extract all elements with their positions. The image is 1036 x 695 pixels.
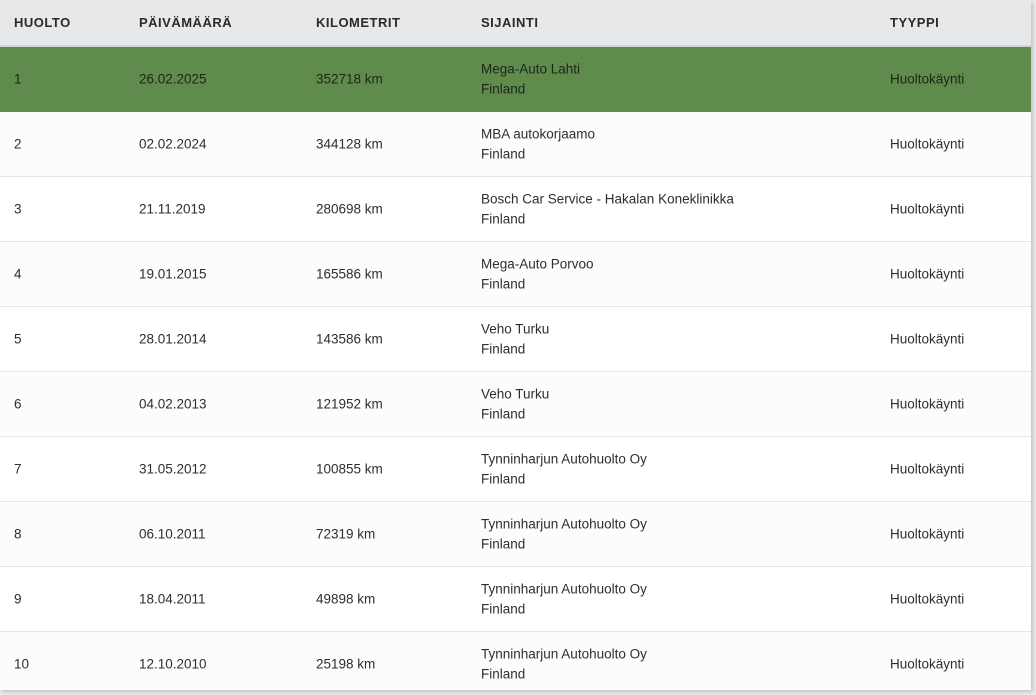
location-name: Bosch Car Service - Hakalan Koneklinikka <box>481 191 734 207</box>
header-location[interactable]: SIJAINTI <box>481 15 538 30</box>
table-row[interactable]: 2 02.02.2024 344128 km MBA autokorjaamo Finl… <box>0 112 1031 177</box>
service-date: 06.10.2011 <box>139 526 206 542</box>
service-number: 1 <box>14 71 22 87</box>
service-location: Mega-Auto Porvoo Finland <box>481 255 594 294</box>
location-country: Finland <box>481 536 526 551</box>
location-country: Finland <box>481 81 526 96</box>
location-name: MBA autokorjaamo <box>481 126 596 142</box>
location-country: Finland <box>481 406 526 421</box>
service-number: 4 <box>14 266 22 282</box>
service-kilometers: 72319 km <box>316 526 376 542</box>
table-row[interactable]: 10 12.10.2010 25198 km Tynninharjun Autohuo… <box>0 632 1031 690</box>
service-kilometers: 49898 km <box>316 591 376 607</box>
service-kilometers: 143586 km <box>316 331 383 347</box>
service-kilometers: 121952 km <box>316 396 383 412</box>
service-number: 9 <box>14 591 22 607</box>
location-name: Mega-Auto Porvoo <box>481 256 594 272</box>
location-name: Tynninharjun Autohuolto Oy <box>481 646 647 662</box>
service-date: 18.04.2011 <box>139 591 206 607</box>
location-country: Finland <box>481 341 526 356</box>
table-row[interactable]: 6 04.02.2013 121952 km Veho Turku Finland Huo… <box>0 372 1031 437</box>
service-date: 31.05.2012 <box>139 461 207 477</box>
header-service[interactable]: HUOLTO <box>14 15 71 30</box>
service-location: Veho Turku Finland <box>481 320 549 359</box>
location-country: Finland <box>481 276 526 291</box>
service-number: 6 <box>14 396 22 412</box>
service-type: Huoltokäynti <box>890 461 965 477</box>
table-row[interactable]: 4 19.01.2015 165586 km Mega-Auto Porvoo Finl… <box>0 242 1031 307</box>
location-country: Finland <box>481 211 526 226</box>
table-row[interactable]: 5 28.01.2014 143586 km Veho Turku Finland Huo… <box>0 307 1031 372</box>
service-location: MBA autokorjaamo Finland <box>481 125 595 164</box>
location-name: Veho Turku <box>481 386 550 402</box>
service-kilometers: 165586 km <box>316 266 383 282</box>
service-type: Huoltokäynti <box>890 331 965 347</box>
header-date[interactable]: PÄIVÄMÄÄRÄ <box>139 15 232 30</box>
service-location: Tynninharjun Autohuolto Oy Finland <box>481 580 647 619</box>
table-body: 1 26.02.2025 352718 km Mega-Auto Lahti Finla… <box>0 47 1031 690</box>
service-type: Huoltokäynti <box>890 396 965 412</box>
service-kilometers: 100855 km <box>316 461 383 477</box>
service-kilometers: 344128 km <box>316 136 383 152</box>
service-date: 04.02.2013 <box>139 396 207 412</box>
service-date: 28.01.2014 <box>139 331 207 347</box>
service-type: Huoltokäynti <box>890 526 965 542</box>
table-row[interactable]: 1 26.02.2025 352718 km Mega-Auto Lahti Finla… <box>0 47 1031 112</box>
service-kilometers: 280698 km <box>316 201 383 217</box>
header-kilometers[interactable]: KILOMETRIT <box>316 15 400 30</box>
table-row[interactable]: 3 21.11.2019 280698 km Bosch Car Service - … <box>0 177 1031 242</box>
service-number: 5 <box>14 331 22 347</box>
service-number: 3 <box>14 201 22 217</box>
service-type: Huoltokäynti <box>890 136 965 152</box>
service-date: 26.02.2025 <box>139 71 207 87</box>
location-country: Finland <box>481 601 526 616</box>
location-country: Finland <box>481 666 526 681</box>
service-type: Huoltokäynti <box>890 656 965 672</box>
service-date: 12.10.2010 <box>139 656 207 672</box>
table-header: HUOLTO PÄIVÄMÄÄRÄ KILOMETRIT SIJAINTI TY… <box>0 0 1031 47</box>
service-type: Huoltokäynti <box>890 201 965 217</box>
location-name: Tynninharjun Autohuolto Oy <box>481 451 647 467</box>
location-name: Veho Turku <box>481 321 550 337</box>
service-date: 21.11.2019 <box>139 201 206 217</box>
service-location: Bosch Car Service - Hakalan Koneklinikka… <box>481 190 734 229</box>
service-location: Veho Turku Finland <box>481 385 549 424</box>
service-type: Huoltokäynti <box>890 591 965 607</box>
table-row[interactable]: 8 06.10.2011 72319 km Tynninharjun Autohuol… <box>0 502 1031 567</box>
location-name: Mega-Auto Lahti <box>481 61 581 77</box>
service-number: 7 <box>14 461 22 477</box>
service-type: Huoltokäynti <box>890 71 965 87</box>
location-name: Tynninharjun Autohuolto Oy <box>481 581 647 597</box>
location-country: Finland <box>481 146 526 161</box>
service-location: Tynninharjun Autohuolto Oy Finland <box>481 645 647 684</box>
service-date: 02.02.2024 <box>139 136 207 152</box>
service-kilometers: 352718 km <box>316 71 383 87</box>
service-number: 8 <box>14 526 22 542</box>
service-number: 2 <box>14 136 22 152</box>
table-row[interactable]: 9 18.04.2011 49898 km Tynninharjun Autohuol… <box>0 567 1031 632</box>
location-name: Tynninharjun Autohuolto Oy <box>481 516 647 532</box>
service-type: Huoltokäynti <box>890 266 965 282</box>
service-kilometers: 25198 km <box>316 656 376 672</box>
service-number: 10 <box>14 656 30 672</box>
location-country: Finland <box>481 471 526 486</box>
service-location: Mega-Auto Lahti Finland <box>481 60 580 99</box>
service-location: Tynninharjun Autohuolto Oy Finland <box>481 450 647 489</box>
service-location: Tynninharjun Autohuolto Oy Finland <box>481 515 647 554</box>
service-date: 19.01.2015 <box>139 266 207 282</box>
service-history-table: HUOLTO PÄIVÄMÄÄRÄ KILOMETRIT SIJAINTI TY… <box>0 0 1031 690</box>
table-row[interactable]: 7 31.05.2012 100855 km Tynninharjun Autohuo… <box>0 437 1031 502</box>
header-type[interactable]: TYYPPI <box>890 15 939 30</box>
